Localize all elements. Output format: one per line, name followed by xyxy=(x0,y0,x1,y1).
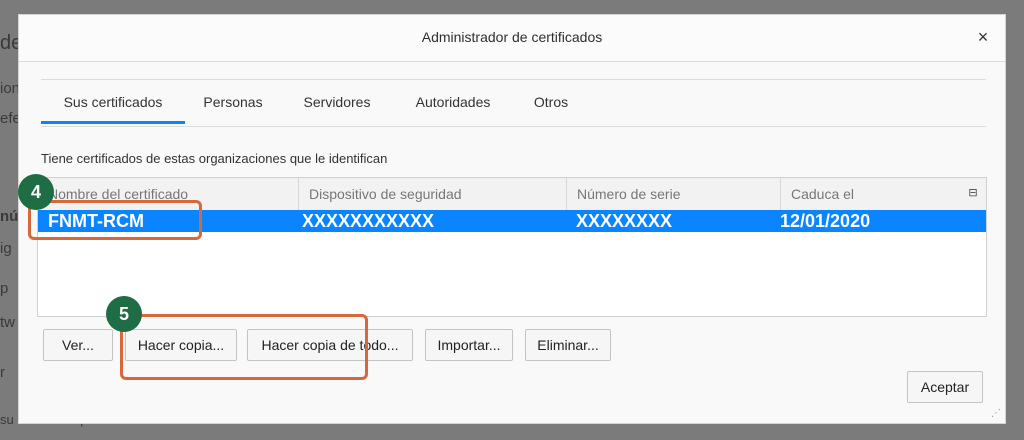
step-badge-4: 4 xyxy=(18,174,54,210)
tab-servidores[interactable]: Servidores xyxy=(291,80,383,124)
cell-security-device: XXXXXXXXXXX xyxy=(302,211,435,231)
certificates-description: Tiene certificados de estas organizacion… xyxy=(41,151,388,166)
column-header-device[interactable]: Dispositivo de seguridad xyxy=(298,178,566,210)
resize-grip-icon[interactable]: ⋰ xyxy=(991,409,1001,419)
certificates-table: Nombre del certificado Dispositivo de se… xyxy=(37,177,987,317)
highlight-box-backup xyxy=(120,314,368,380)
background-fragment: nú xyxy=(0,208,19,225)
view-button[interactable]: Ver... xyxy=(43,329,113,361)
tab-sus-certificados[interactable]: Sus certificados xyxy=(41,80,185,124)
step-badge-5: 5 xyxy=(106,296,142,332)
accept-button[interactable]: Aceptar xyxy=(907,371,983,403)
column-header-expires[interactable]: Caduca el xyxy=(780,178,952,210)
tab-autoridades[interactable]: Autoridades xyxy=(401,80,505,124)
dialog-title: Administrador de certificados xyxy=(421,29,603,45)
dialog-titlebar: Administrador de certificados × xyxy=(19,15,1005,62)
close-icon[interactable]: × xyxy=(971,25,995,49)
background-fragment: p xyxy=(0,280,9,297)
tab-bar: Sus certificados Personas Servidores Aut… xyxy=(41,79,986,127)
tab-otros[interactable]: Otros xyxy=(525,80,577,124)
background-fragment: tw xyxy=(0,314,15,331)
cell-expires: 12/01/2020 xyxy=(780,211,871,231)
import-button[interactable]: Importar... xyxy=(425,329,513,361)
delete-button[interactable]: Eliminar... xyxy=(525,329,611,361)
cell-serial-number: XXXXXXXX xyxy=(576,211,673,231)
column-header-serial[interactable]: Número de serie xyxy=(566,178,780,210)
background-fragment: ig xyxy=(0,240,12,257)
tab-personas[interactable]: Personas xyxy=(191,80,275,124)
column-picker-icon[interactable]: ⊟ xyxy=(966,186,980,200)
background-fragment: r xyxy=(0,364,5,381)
highlight-box-certificate xyxy=(28,200,202,240)
